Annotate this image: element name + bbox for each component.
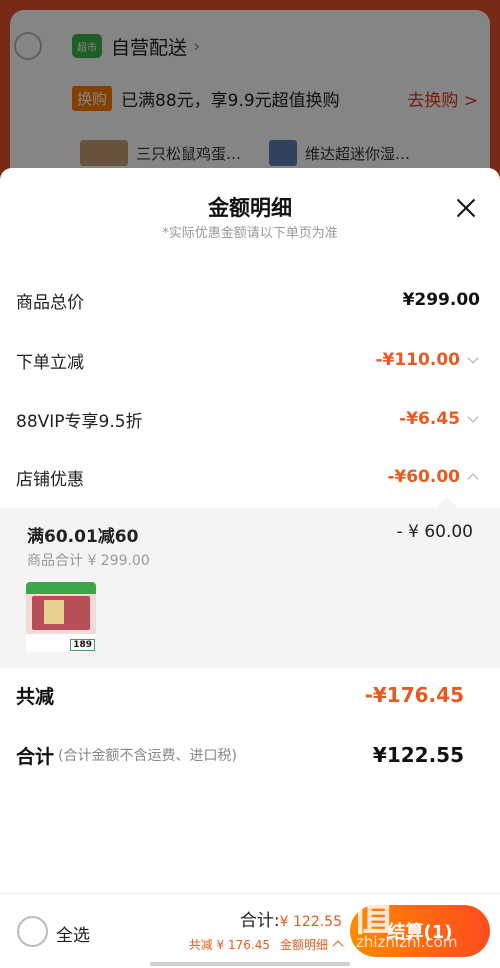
- checkout-bar: 全选 合计:¥ 122.55 共减 ¥ 176.45 金额明细 结算(1): [0, 893, 500, 968]
- discount-amount: - ¥ 60.00: [396, 522, 473, 542]
- chevron-up-icon[interactable]: [332, 940, 344, 952]
- row-label: 店铺优惠: [16, 469, 84, 490]
- row-label: 商品总价: [16, 292, 84, 313]
- home-indicator: [150, 962, 350, 966]
- row-value: -¥110.00: [375, 350, 461, 370]
- grand-total-value: ¥122.55: [372, 743, 464, 767]
- checkout-button[interactable]: 结算(1): [350, 905, 490, 957]
- total-discount-value: -¥176.45: [364, 683, 464, 707]
- discount-subtotal: 商品合计 ¥ 299.00: [27, 553, 150, 569]
- row-value: ¥299.00: [402, 290, 480, 310]
- chevron-down-icon[interactable]: [466, 412, 480, 426]
- row-order-discount[interactable]: 下单立减 -¥110.00: [0, 340, 500, 380]
- row-store-discount[interactable]: 店铺优惠 -¥60.00: [0, 457, 500, 497]
- chevron-up-icon[interactable]: [466, 470, 480, 484]
- discount-text: 共减 ¥ 176.45: [188, 938, 270, 952]
- row-label: 下单立减: [16, 352, 84, 373]
- row-vip-discount[interactable]: 88VIP专享9.5折 -¥6.45: [0, 399, 500, 439]
- grand-total-row: 合计 (合计金额不含运费、进口税) ¥122.55: [0, 735, 500, 775]
- grand-total-label: 合计: [16, 745, 55, 768]
- total-discount-label: 共减: [16, 685, 55, 708]
- sheet-subtitle: *实际优惠金额请以下单页为准: [162, 226, 338, 241]
- close-icon[interactable]: [454, 196, 478, 220]
- row-label: 88VIP专享9.5折: [16, 411, 143, 432]
- sum-value: ¥ 122.55: [279, 914, 342, 930]
- store-discount-detail-panel: 满60.01减60 - ¥ 60.00 商品合计 ¥ 299.00 189: [0, 508, 500, 668]
- row-value: -¥60.00: [387, 467, 460, 487]
- amount-detail-sheet: 金额明细 *实际优惠金额请以下单页为准 商品总价 ¥299.00 下单立减 -¥…: [0, 168, 500, 893]
- discount-rule: 满60.01减60: [27, 527, 139, 547]
- sum-label: 合计:: [239, 911, 280, 931]
- total-discount-row: 共减 -¥176.45: [0, 675, 500, 715]
- sheet-title: 金额明细: [208, 196, 292, 220]
- sum-line: 合计:¥ 122.55: [240, 906, 342, 931]
- modal-overlay[interactable]: [0, 0, 500, 180]
- select-all-label[interactable]: 全选: [56, 921, 90, 946]
- product-price-badge: 189: [70, 639, 95, 651]
- grand-total-note: (合计金额不含运费、进口税): [58, 748, 237, 764]
- select-all-radio[interactable]: [17, 916, 48, 947]
- chevron-down-icon[interactable]: [466, 353, 480, 367]
- product-thumbnail[interactable]: 189: [26, 582, 96, 652]
- discount-line: 共减 ¥ 176.45 金额明细: [188, 936, 344, 953]
- row-value: -¥6.45: [399, 409, 460, 429]
- amount-detail-link[interactable]: 金额明细: [280, 938, 328, 952]
- row-item-total: 商品总价 ¥299.00: [0, 280, 500, 320]
